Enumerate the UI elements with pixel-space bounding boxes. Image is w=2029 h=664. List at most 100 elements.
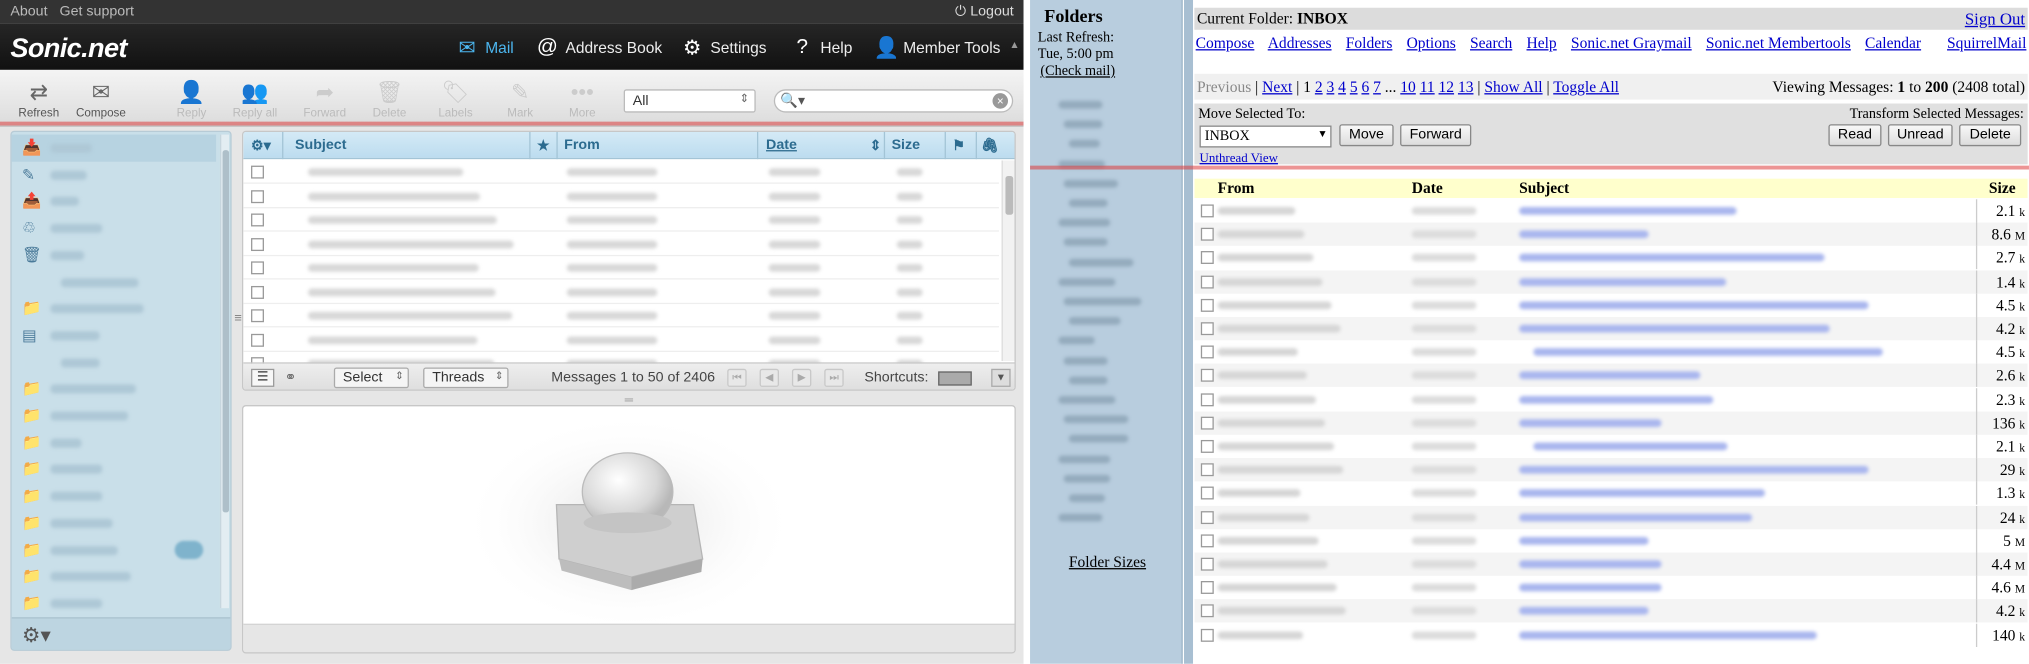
- menu-calendar[interactable]: Calendar: [1865, 34, 1921, 52]
- table-row[interactable]: [243, 304, 999, 328]
- delete-button[interactable]: Delete: [1959, 124, 2022, 147]
- blurred-subject-link[interactable]: [1533, 442, 1728, 451]
- table-row[interactable]: [243, 232, 999, 256]
- folder-item[interactable]: 📤: [12, 188, 216, 215]
- prev-page-icon[interactable]: ◀: [759, 368, 779, 387]
- page-link[interactable]: 5: [1350, 78, 1358, 96]
- table-row[interactable]: 4.5 k: [1194, 293, 2027, 317]
- folder-item[interactable]: [12, 349, 216, 376]
- row-checkbox[interactable]: [1200, 604, 1214, 618]
- folder-scrollbar[interactable]: [219, 134, 230, 609]
- collapse-icon[interactable]: ▼: [991, 368, 1011, 387]
- folder-item[interactable]: 📁: [12, 483, 216, 510]
- row-checkbox[interactable]: [1200, 204, 1214, 218]
- table-row[interactable]: 2.6 k: [1194, 364, 2028, 388]
- folder-sizes-link[interactable]: Folder Sizes: [1069, 553, 1146, 572]
- sidebar-folder-link-blurred[interactable]: [1058, 454, 1111, 463]
- menu-help[interactable]: Help: [1527, 34, 1557, 52]
- row-checkbox[interactable]: [1200, 275, 1214, 289]
- row-checkbox[interactable]: [1200, 227, 1214, 241]
- folder-item[interactable]: ▤: [12, 322, 216, 349]
- compose-button[interactable]: ✉ Compose: [75, 80, 127, 119]
- row-checkbox[interactable]: [1200, 298, 1214, 312]
- blurred-subject-link[interactable]: [1519, 418, 1662, 427]
- row-checkbox[interactable]: [251, 309, 264, 323]
- menu-folders[interactable]: Folders: [1346, 34, 1393, 52]
- blurred-subject-link[interactable]: [1519, 560, 1662, 569]
- sidebar-folder-link-blurred[interactable]: [1058, 277, 1116, 286]
- table-row[interactable]: [243, 328, 999, 352]
- folder-item[interactable]: 📥: [11, 134, 217, 162]
- clear-search-icon[interactable]: ×: [992, 93, 1009, 109]
- sidebar-folder-link-blurred[interactable]: [1058, 395, 1116, 404]
- folder-scroll-thumb[interactable]: [222, 150, 230, 513]
- table-row[interactable]: [243, 160, 999, 184]
- page-link[interactable]: 13: [1458, 78, 1474, 96]
- folder-item[interactable]: 📁: [12, 295, 216, 322]
- first-page-icon[interactable]: ⏮: [727, 368, 747, 387]
- folder-settings-gear-icon[interactable]: ⚙▾: [22, 622, 51, 648]
- filter-select[interactable]: All ⇕: [623, 89, 756, 113]
- folder-item[interactable]: ✎: [12, 161, 216, 188]
- folder-item[interactable]: 📁: [12, 429, 216, 456]
- folder-item[interactable]: 📁: [12, 456, 216, 483]
- sidebar-folder-link-blurred[interactable]: [1068, 376, 1108, 385]
- header-size[interactable]: Size: [1989, 179, 2016, 198]
- sidebar-folder-link-blurred[interactable]: [1068, 199, 1108, 208]
- sidebar-folder-link-blurred[interactable]: [1068, 140, 1100, 149]
- blurred-subject-link[interactable]: [1519, 489, 1766, 498]
- column-size[interactable]: Size: [892, 137, 920, 153]
- sidebar-folder-link-blurred[interactable]: [1063, 356, 1108, 365]
- blurred-subject-link[interactable]: [1519, 207, 1737, 215]
- folder-item[interactable]: 📁: [12, 590, 216, 617]
- header-subject[interactable]: Subject: [1519, 179, 1569, 198]
- table-row[interactable]: 2.1 k: [1194, 434, 2027, 459]
- folder-item[interactable]: 📁: [12, 536, 216, 563]
- toggle-all-link[interactable]: Toggle All: [1553, 78, 1619, 96]
- row-checkbox[interactable]: [1200, 534, 1214, 548]
- row-checkbox[interactable]: [1200, 416, 1214, 430]
- reply-button[interactable]: 👤 Reply: [166, 80, 218, 119]
- folder-item[interactable]: 📁: [12, 376, 216, 403]
- next-page-icon[interactable]: ▶: [791, 368, 812, 387]
- message-list-scrollbar[interactable]: [1001, 160, 1015, 362]
- table-row[interactable]: 140 k: [1194, 623, 2027, 647]
- sidebar-folder-link-blurred[interactable]: [1058, 336, 1095, 345]
- row-checkbox[interactable]: [1200, 251, 1214, 265]
- folder-item[interactable]: 🗑: [12, 242, 216, 269]
- sidebar-folder-link-blurred[interactable]: [1068, 494, 1106, 503]
- nav-mail[interactable]: ✉ Mail: [455, 35, 513, 61]
- table-row[interactable]: 4.2 k: [1194, 317, 2028, 341]
- message-scroll-thumb[interactable]: [1005, 175, 1014, 215]
- sidebar-folder-link-blurred[interactable]: [1058, 513, 1103, 522]
- sidebar-folder-link-blurred[interactable]: [1058, 100, 1103, 109]
- sidebar-folder-link-blurred[interactable]: [1068, 258, 1134, 267]
- search-input[interactable]: 🔍▾ ×: [773, 89, 1014, 113]
- header-date[interactable]: Date: [1412, 179, 1443, 198]
- sidebar-folder-link-blurred[interactable]: [1063, 120, 1103, 129]
- blurred-subject-link[interactable]: [1519, 466, 1869, 474]
- nav-scroll-arrow-icon[interactable]: ▲: [1009, 39, 1019, 51]
- table-row[interactable]: 4.5 k: [1194, 340, 2027, 364]
- row-checkbox[interactable]: [1200, 487, 1214, 500]
- get-support-link[interactable]: Get support: [60, 4, 134, 20]
- row-checkbox[interactable]: [251, 261, 264, 275]
- row-checkbox[interactable]: [1200, 557, 1214, 571]
- folder-item[interactable]: ♲: [12, 215, 216, 242]
- sidebar-folder-link-blurred[interactable]: [1058, 218, 1111, 227]
- labels-button[interactable]: 🏷 Labels: [430, 80, 482, 119]
- column-from[interactable]: From: [564, 137, 600, 153]
- table-row[interactable]: 4.6 M: [1194, 576, 2027, 600]
- blurred-subject-link[interactable]: [1519, 301, 1869, 310]
- blurred-subject-link[interactable]: [1519, 254, 1825, 262]
- sidebar-folder-link-blurred[interactable]: [1068, 317, 1121, 326]
- forward-button[interactable]: ➦ Forward: [299, 80, 351, 119]
- table-row[interactable]: 2.3 k: [1194, 387, 2027, 411]
- forward-button[interactable]: Forward: [1400, 124, 1472, 147]
- row-checkbox[interactable]: [1200, 345, 1214, 359]
- row-checkbox[interactable]: [1200, 628, 1214, 642]
- row-checkbox[interactable]: [1200, 322, 1214, 336]
- blurred-subject-link[interactable]: [1519, 583, 1662, 592]
- attachment-icon[interactable]: 🖇: [981, 137, 999, 154]
- check-mail-link[interactable]: (Check mail): [1040, 63, 1115, 79]
